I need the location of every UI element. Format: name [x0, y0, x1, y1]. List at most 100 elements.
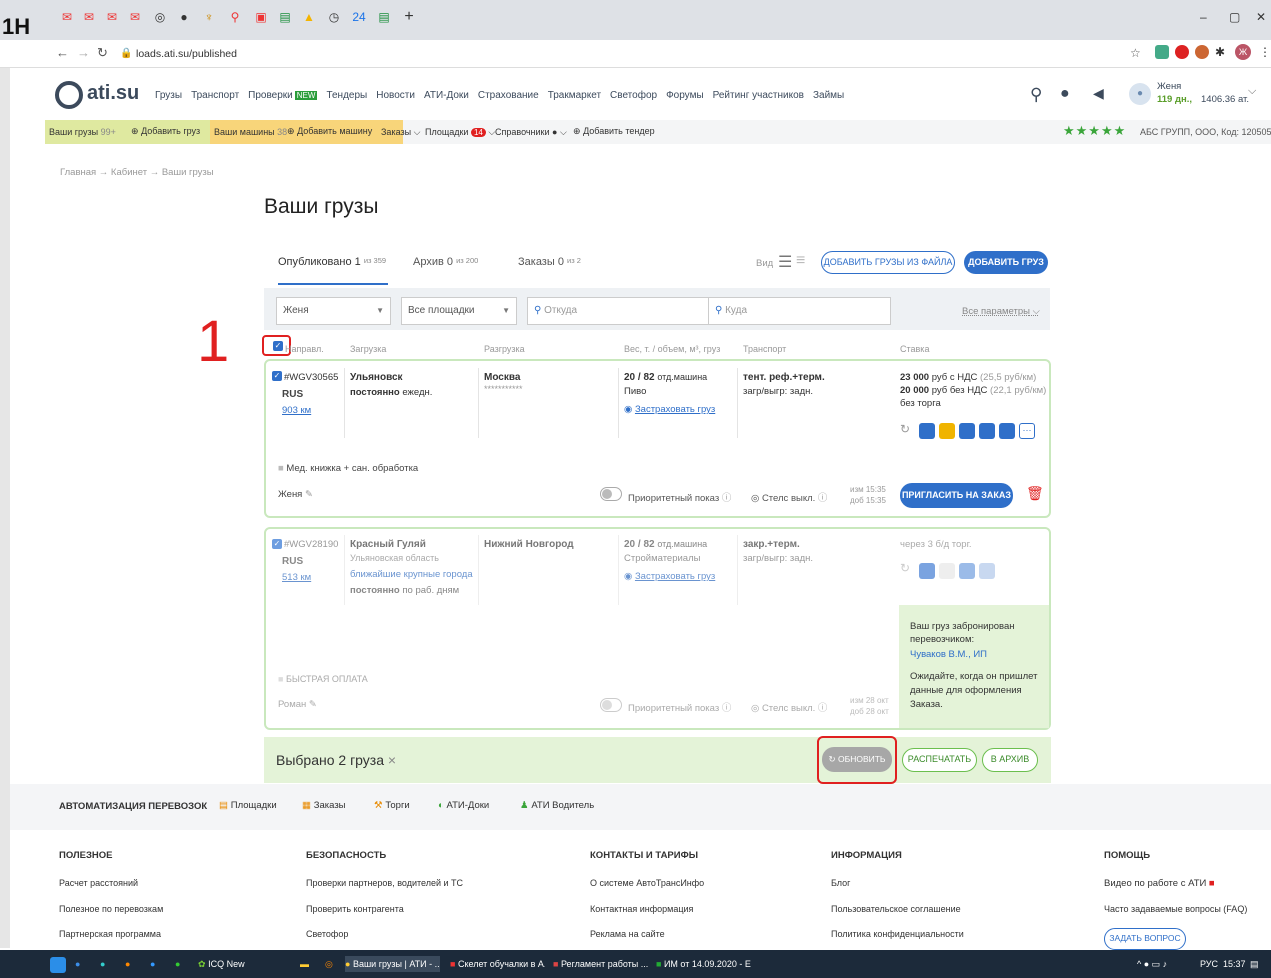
nav-item-checks[interactable]: Проверки [248, 90, 293, 101]
tray-language[interactable]: РУС [1200, 956, 1218, 972]
nav-item-loans[interactable]: Займы [813, 90, 844, 101]
orders-menu[interactable]: Заказы ⌵ [381, 127, 420, 138]
search-user-icon[interactable]: ⚲ [1030, 85, 1042, 105]
cargo-2-copy-icon[interactable] [959, 563, 975, 579]
pencil-icon[interactable]: ✎ [309, 699, 317, 710]
forward-icon[interactable]: → [77, 45, 90, 60]
automation-docs[interactable]: ◐ АТИ-Доки [438, 800, 489, 811]
cargo-1-priority-toggle[interactable] [600, 487, 622, 501]
nav-item-forums[interactable]: Форумы [666, 90, 704, 101]
drive-tab-icon[interactable]: ▲ [300, 8, 318, 26]
menu-dots-icon[interactable]: ⋮ [1259, 45, 1271, 59]
telegram-icon[interactable]: ● [150, 956, 155, 972]
clock-tab-icon[interactable]: ◷ [325, 8, 343, 26]
carrier-link[interactable]: Чуваков В.М., ИП [910, 649, 987, 660]
cargo-1-stealth[interactable]: ◎ Стелс выкл. ⓘ [751, 490, 827, 504]
footer-link[interactable]: Полезное по перевозкам [59, 904, 163, 914]
close-window-icon[interactable]: ✕ [1256, 10, 1266, 24]
user-name[interactable]: Женя [1157, 81, 1181, 92]
taskview-icon[interactable]: ● [75, 956, 80, 972]
footer-link[interactable]: Партнерская программа [59, 929, 161, 939]
ati-tab-icon[interactable]: ◎ [151, 8, 169, 26]
platforms-menu[interactable]: Площадки 14 ⌵ [425, 127, 495, 138]
cargo-1-id[interactable]: #WGV30565 [284, 372, 338, 383]
back-icon[interactable]: ← [56, 45, 69, 60]
archive-button[interactable]: В АРХИВ [982, 748, 1038, 772]
maximize-icon[interactable]: ▢ [1229, 10, 1240, 24]
nav-item-transport[interactable]: Транспорт [191, 90, 239, 101]
nav-item-docs[interactable]: АТИ-Доки [424, 90, 469, 101]
tab-published[interactable]: Опубликовано 1 из 359 [278, 256, 386, 268]
tray-clock[interactable]: 15:37 [1223, 956, 1246, 972]
cargo-1-edit-icon[interactable] [939, 423, 955, 439]
chevron-down-icon[interactable]: ⌵ [1248, 85, 1256, 98]
nav-item-news[interactable]: Новости [376, 90, 415, 101]
cargo-1-checkbox[interactable]: ✓ [272, 371, 282, 381]
print-button[interactable]: РАСПЕЧАТАТЬ [902, 748, 977, 772]
cargo-2-view-icon[interactable] [919, 563, 935, 579]
cargo-2-stealth[interactable]: ◎ Стелс выкл. ⓘ [751, 700, 827, 714]
adblock-icon[interactable] [1175, 45, 1189, 59]
cargo-2-print-icon[interactable] [979, 563, 995, 579]
nav-item-truckmarket[interactable]: Тракмаркет [548, 90, 601, 101]
tray-icons[interactable]: ^ ● ▭ ♪ [1137, 956, 1167, 972]
nav-item-cargo[interactable]: Грузы [155, 90, 182, 101]
profile-avatar[interactable]: Ж [1235, 44, 1251, 60]
all-params-link[interactable]: Все параметры ⌵ [962, 306, 1040, 317]
logo-text[interactable]: ati.su [87, 82, 139, 105]
footer-link[interactable]: Проверки партнеров, водителей и ТС [306, 878, 463, 888]
delete-trash-icon[interactable]: 🗑 [1026, 485, 1044, 502]
restore-icon[interactable]: ↻ [900, 561, 910, 575]
taskbar-icq[interactable]: ✿ ICQ New [198, 956, 245, 972]
automation-orders[interactable]: ▦ Заказы [302, 800, 346, 811]
cargo-1-more-icon[interactable]: ··· [1019, 423, 1035, 439]
gmail-tab-icon[interactable]: ✉ [80, 8, 98, 26]
references-menu[interactable]: Справочники ● ⌵ [495, 127, 567, 138]
tab-orders[interactable]: Заказы 0 из 2 [518, 256, 581, 268]
automation-platforms[interactable]: ▤ Площадки [219, 800, 277, 811]
chat-icon[interactable]: ● [1060, 85, 1070, 103]
gmail-tab-icon[interactable]: ✉ [103, 8, 121, 26]
add-load-button[interactable]: ⊕ Добавить груз [131, 126, 200, 137]
taskbar-window-reglament[interactable]: ■ Регламент работы ... [553, 956, 648, 972]
cargo-2-near-cities[interactable]: ближайшие крупные города [350, 569, 473, 580]
footer-link[interactable]: Реклама на сайте [590, 929, 665, 939]
cargo-1-copy-icon[interactable] [959, 423, 975, 439]
gmail-tab-icon[interactable]: ✉ [126, 8, 144, 26]
nav-item-insurance[interactable]: Страхование [478, 90, 539, 101]
taskbar-window-skeleton[interactable]: ■ Скелет обучалки в А... [450, 956, 545, 972]
ati-logo-icon[interactable] [55, 81, 83, 109]
cargo-2-distance[interactable]: 513 км [282, 572, 311, 583]
help-icon[interactable]: ⓘ [818, 703, 828, 714]
taskbar-window-excel[interactable]: ■ ИМ от 14.09.2020 - Ex... [656, 956, 751, 972]
cargo-2-id[interactable]: #WGV28190 [284, 539, 338, 550]
user-avatar[interactable]: ● [1129, 83, 1151, 105]
footer-link[interactable]: Часто задаваемые вопросы (FAQ) [1104, 904, 1247, 914]
your-trucks-link[interactable]: Ваши машины 38 [214, 127, 287, 137]
footer-link[interactable]: Блог [831, 878, 850, 888]
whatsapp-icon[interactable]: ● [175, 956, 180, 972]
tab-archive[interactable]: Архив 0 из 200 [413, 256, 478, 268]
notifications-icon[interactable]: ◀ [1093, 85, 1104, 102]
automation-driver[interactable]: ♟ АТИ Водитель [520, 800, 594, 811]
sheets-tab-icon[interactable]: ▤ [276, 8, 294, 26]
nav-item-rating[interactable]: Рейтинг участников [713, 90, 804, 101]
user-select[interactable]: Женя ▼ [276, 297, 391, 325]
compact-view-icon[interactable]: ≡ [796, 252, 805, 270]
cargo-1-insure-link[interactable]: ◉ Застраховать груз [624, 404, 715, 415]
extension-icon[interactable] [1155, 45, 1169, 59]
firefox-icon[interactable]: ● [125, 956, 130, 972]
upload-file-button[interactable]: ДОБАВИТЬ ГРУЗЫ ИЗ ФАЙЛА [821, 251, 955, 274]
footer-link[interactable]: Политика конфиденциальности [831, 929, 964, 939]
from-input[interactable]: ⚲ Откуда [527, 297, 709, 325]
breadcrumb[interactable]: Главная → Кабинет → Ваши грузы [60, 167, 214, 178]
your-loads-label[interactable]: Ваши грузы [49, 127, 98, 137]
footer-link[interactable]: О системе АвтоТрансИнфо [590, 878, 704, 888]
extension-icon[interactable] [1195, 45, 1209, 59]
calendar-tab-icon[interactable]: 24 [350, 8, 368, 26]
nav-item-tenders[interactable]: Тендеры [326, 90, 367, 101]
list-view-icon[interactable]: ☰ [778, 252, 792, 272]
extension-tab-icon[interactable]: ● [175, 8, 193, 26]
cargo-1-print-icon[interactable] [979, 423, 995, 439]
ask-question-button[interactable]: ЗАДАТЬ ВОПРОС [1104, 928, 1186, 950]
